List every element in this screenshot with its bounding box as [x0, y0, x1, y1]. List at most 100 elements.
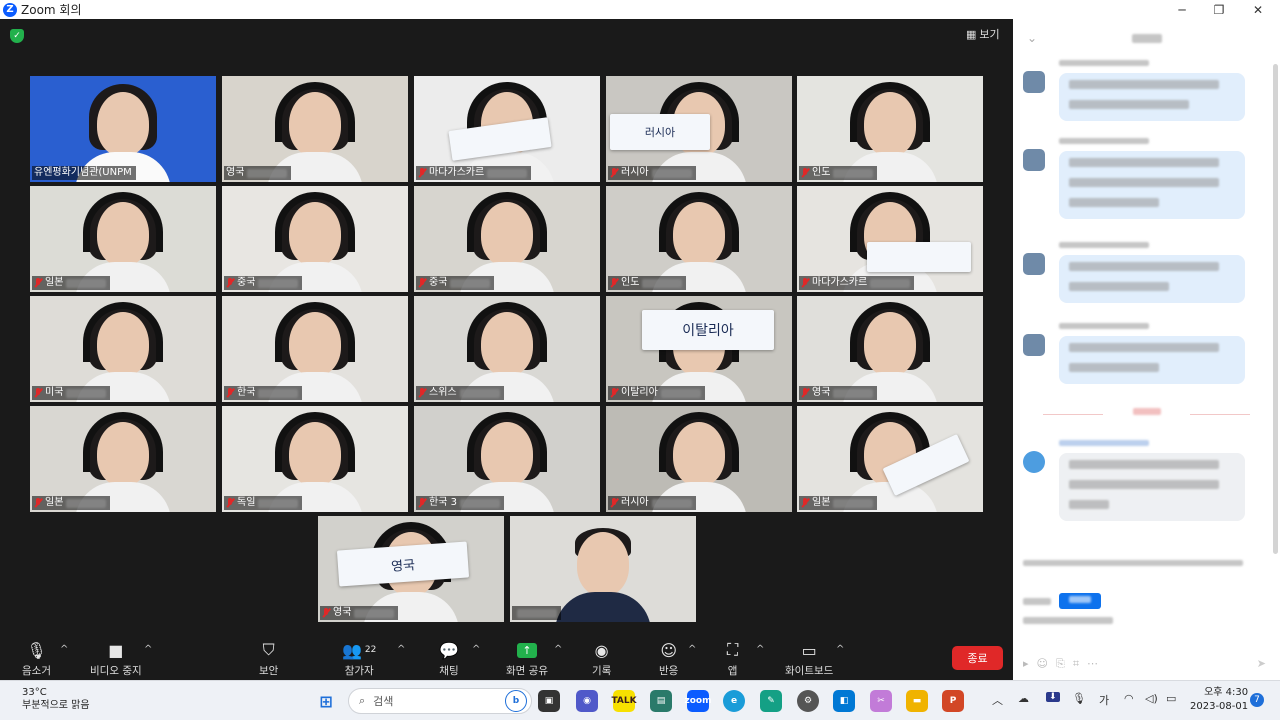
participant-video-tile[interactable]	[510, 516, 696, 622]
chat-scrollbar[interactable]	[1273, 64, 1278, 554]
download-icon[interactable]: ⬇	[1046, 692, 1060, 702]
snipping-tool-icon[interactable]: ✂	[870, 690, 892, 712]
muted-microphone-icon	[34, 388, 42, 398]
ime-indicator[interactable]: 가	[1099, 692, 1109, 708]
file-explorer-icon[interactable]: ▬	[906, 690, 928, 712]
encryption-shield-icon[interactable]: ✓	[10, 29, 24, 43]
end-meeting-button[interactable]: 종료	[952, 646, 1003, 670]
participant-name: 유엔평화기념관(UNPM	[34, 167, 132, 178]
emoji-icon[interactable]: ☺	[1037, 657, 1056, 670]
participant-name-label: 이탈리아	[608, 386, 705, 400]
bing-icon[interactable]: b	[505, 690, 527, 712]
copilot-icon[interactable]: ✎	[760, 690, 782, 712]
chat-input[interactable]	[1023, 617, 1113, 627]
participant-video-tile[interactable]: 독일	[222, 406, 408, 512]
whiteboard-options-chevron-icon[interactable]: ^	[836, 644, 844, 655]
share-options-chevron-icon[interactable]: ^	[554, 644, 562, 655]
participant-video-tile[interactable]: 일본	[797, 406, 983, 512]
battery-icon[interactable]: ▭	[1166, 692, 1176, 705]
muted-microphone-icon	[34, 498, 42, 508]
participant-video-tile[interactable]: 중국	[414, 186, 600, 292]
participant-video-tile[interactable]: 일본	[30, 186, 216, 292]
reactions-options-chevron-icon[interactable]: ^	[688, 644, 696, 655]
participants-button[interactable]: 👥 22 참가자	[342, 640, 376, 678]
chat-header: ⌄	[1013, 19, 1280, 57]
chat-button[interactable]: 💬 채팅	[439, 640, 459, 678]
participant-video-tile[interactable]: 이탈리아 이탈리아	[606, 296, 792, 402]
participant-name-label: 독일	[224, 496, 303, 510]
security-button[interactable]: ⛉ 보안	[259, 640, 278, 678]
recipient-dropdown[interactable]	[1059, 593, 1101, 609]
participant-video-tile[interactable]: 영국	[797, 296, 983, 402]
apps-button[interactable]: ⛶ 앱	[727, 640, 738, 678]
maximize-button[interactable]: ❐	[1201, 0, 1237, 19]
view-button[interactable]: ▦ 보기	[966, 26, 1000, 42]
participant-video-tile[interactable]: 마다가스카르	[414, 76, 600, 182]
participant-video-tile[interactable]: 일본	[30, 406, 216, 512]
reactions-button[interactable]: ☺ 반응	[659, 640, 678, 678]
minimize-button[interactable]: ─	[1164, 0, 1200, 19]
task-view-icon[interactable]: ▣	[538, 690, 560, 712]
mute-button[interactable]: 🎙 음소거	[22, 640, 51, 678]
muted-microphone-icon	[226, 498, 234, 508]
headset-icon	[83, 192, 163, 252]
temperature: 33°C	[22, 687, 47, 698]
mute-options-chevron-icon[interactable]: ^	[60, 644, 68, 655]
participant-video-tile[interactable]: 영국	[222, 76, 408, 182]
muted-microphone-icon	[34, 278, 42, 288]
collapse-chevron-icon[interactable]: ⌄	[1027, 31, 1037, 45]
participant-video-tile[interactable]: 한국 3	[414, 406, 600, 512]
video-options-chevron-icon[interactable]: ^	[144, 644, 152, 655]
participant-video-tile[interactable]: 스위스	[414, 296, 600, 402]
participant-video-tile[interactable]: 중국	[222, 186, 408, 292]
message-bubble-blurred	[1059, 73, 1245, 121]
participant-video-tile[interactable]: 마다가스카르	[797, 186, 983, 292]
participant-video-tile[interactable]: 인도	[606, 186, 792, 292]
chat-label: 채팅	[439, 665, 459, 677]
format-icon[interactable]: ▸	[1023, 657, 1037, 670]
screenshot-icon[interactable]: ⌗	[1073, 657, 1087, 670]
send-icon[interactable]: ➤	[1257, 657, 1266, 670]
participant-video-tile[interactable]: 유엔평화기념관(UNPM	[30, 76, 216, 182]
system-clock[interactable]: 오후 4:30 2023-08-01	[1190, 686, 1248, 714]
teams-chat-icon[interactable]: ◉	[576, 690, 598, 712]
apps-options-chevron-icon[interactable]: ^	[756, 644, 764, 655]
close-button[interactable]: ✕	[1240, 0, 1276, 19]
participant-video-tile[interactable]: 한국	[222, 296, 408, 402]
message-sender-blurred	[1059, 322, 1263, 334]
microphone-tray-icon[interactable]: 🎙	[1072, 692, 1086, 705]
store-icon[interactable]: ◧	[833, 690, 855, 712]
participants-options-chevron-icon[interactable]: ^	[397, 644, 405, 655]
start-windows-icon[interactable]: ⊞	[315, 690, 337, 712]
edge-browser-icon[interactable]: e	[723, 690, 745, 712]
participant-video-tile[interactable]: 영국 영국	[318, 516, 504, 622]
stop-video-button[interactable]: ■ 비디오 중지	[90, 640, 142, 678]
zoom-app-icon[interactable]: zoom	[685, 690, 712, 712]
powerpoint-icon[interactable]: P	[942, 690, 964, 712]
chat-options-chevron-icon[interactable]: ^	[472, 644, 480, 655]
participant-video-tile[interactable]: 러시아	[606, 406, 792, 512]
whiteboard-button[interactable]: ▭ 화이트보드	[785, 640, 833, 678]
settings-gear-icon[interactable]: ⚙	[797, 690, 819, 712]
volume-icon[interactable]: ◁)	[1145, 692, 1158, 705]
muted-microphone-icon	[801, 168, 809, 178]
blurred-name-suffix	[660, 388, 701, 398]
share-screen-button[interactable]: ↑ 화면 공유	[506, 640, 548, 678]
cloud-icon[interactable]: ☁	[1018, 692, 1029, 705]
participant-video-tile[interactable]: 미국	[30, 296, 216, 402]
wifi-icon[interactable]: ◠	[1124, 692, 1134, 705]
weather-widget[interactable]: 33°C 부분적으로 맑음	[22, 686, 90, 712]
blurred-name-suffix	[258, 388, 299, 398]
show-hidden-icons-chevron-icon[interactable]: ︿	[992, 692, 1003, 708]
screen-capture-icon[interactable]: ▤	[650, 690, 672, 712]
more-icon[interactable]: ⋯	[1087, 657, 1106, 670]
participant-video-tile[interactable]: 인도	[797, 76, 983, 182]
apps-label: 앱	[727, 665, 738, 677]
participant-video-tile[interactable]: 러시아 러시아	[606, 76, 792, 182]
kakaotalk-icon[interactable]: TALK	[611, 690, 637, 712]
record-button[interactable]: ◉ 기록	[592, 640, 611, 678]
participant-name-label: 스위스	[416, 386, 504, 400]
notification-badge[interactable]: 7	[1250, 693, 1264, 707]
clock-time: 오후 4:30	[1204, 687, 1249, 698]
file-icon[interactable]: ⎘	[1056, 657, 1073, 670]
